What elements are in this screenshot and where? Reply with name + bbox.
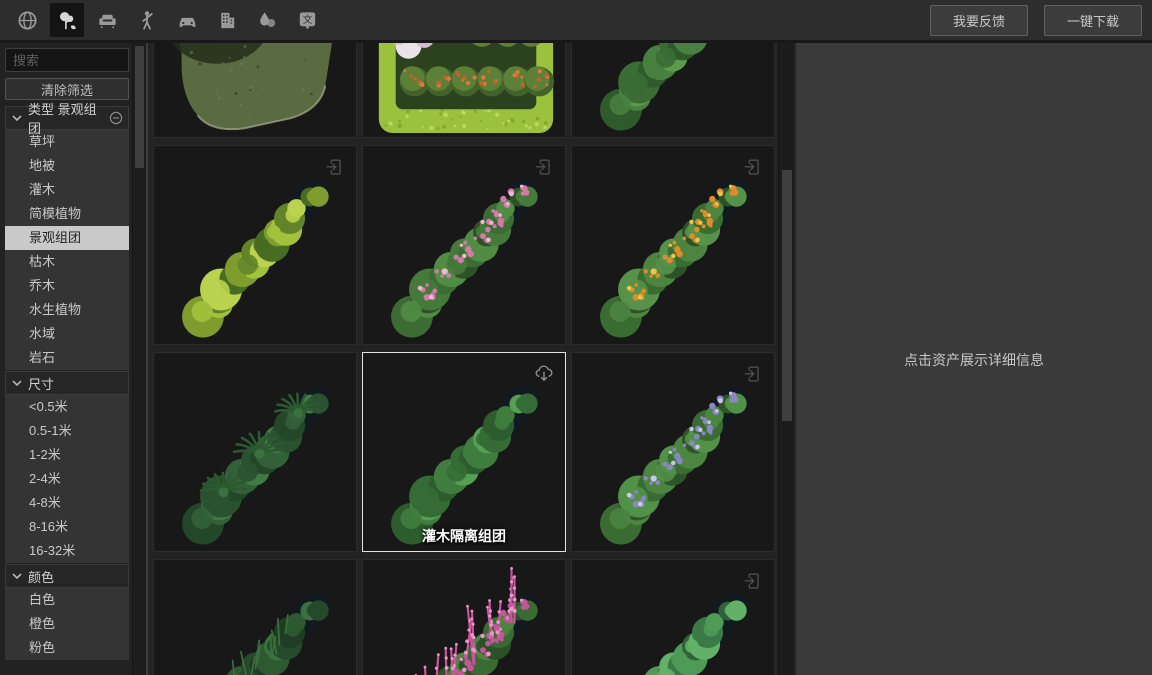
vehicles-icon	[176, 9, 199, 32]
asset-thumbnail[interactable]	[571, 559, 775, 675]
filter-section-header[interactable]: 类型 景观组团	[5, 106, 129, 130]
tab-furniture[interactable]	[90, 3, 124, 37]
filter-options-list: 草坪地被灌木简模植物景观组团枯木乔木水生植物水域岩石	[5, 130, 129, 370]
import-asset-icon[interactable]	[742, 156, 764, 178]
asset-thumbnail-selected[interactable]: 灌木隔离组团	[362, 352, 566, 552]
asset-grid: 灌木隔离组团	[148, 43, 778, 675]
asset-preview-image	[363, 43, 565, 137]
search-input[interactable]	[5, 48, 129, 72]
language-icon: 文	[296, 9, 319, 32]
feedback-button[interactable]: 我要反馈	[930, 5, 1028, 36]
filter-section-1: 尺寸 <0.5米0.5-1米1-2米2-4米4-8米8-16米16-32米	[5, 371, 129, 563]
asset-name-label: 灌木隔离组团	[363, 526, 565, 546]
filter-option[interactable]: 地被	[5, 154, 129, 178]
import-asset-icon[interactable]	[324, 156, 346, 178]
filter-sidebar: 清除筛选 类型 景观组团草坪地被灌木简模植物景观组团枯木乔木水生植物水域岩石尺寸…	[0, 43, 132, 675]
filter-sections: 类型 景观组团草坪地被灌木简模植物景观组团枯木乔木水生植物水域岩石尺寸 <0.5米…	[5, 106, 129, 661]
plants-icon	[56, 9, 79, 32]
buildings-icon	[216, 9, 239, 32]
import-asset-icon[interactable]	[742, 570, 764, 592]
asset-thumbnail[interactable]	[153, 352, 357, 552]
top-toolbar: 文 我要反馈 一键下载	[0, 0, 1152, 43]
filter-section-header[interactable]: 颜色	[5, 564, 129, 588]
asset-grid-row: 灌木隔离组团	[148, 352, 778, 552]
asset-thumbnail[interactable]	[153, 559, 357, 675]
asset-thumbnail[interactable]	[362, 145, 566, 345]
tab-people[interactable]	[130, 3, 164, 37]
filter-option[interactable]: 景观组团	[5, 226, 129, 250]
cloud-download-icon[interactable]	[533, 363, 555, 385]
asset-preview-image	[154, 43, 356, 137]
svg-text:文: 文	[302, 13, 312, 25]
asset-grid-row	[148, 43, 778, 138]
detail-panel: 点击资产展示详细信息	[794, 43, 1152, 675]
filter-option[interactable]: 水生植物	[5, 298, 129, 322]
filter-option[interactable]: <0.5米	[5, 395, 129, 419]
tab-globe[interactable]	[10, 3, 44, 37]
category-tabs: 文	[10, 3, 324, 37]
remove-filter-icon[interactable]	[109, 111, 123, 125]
filter-section-title: 颜色	[28, 567, 54, 586]
people-icon	[136, 9, 159, 32]
filter-option[interactable]: 0.5-1米	[5, 419, 129, 443]
import-asset-icon[interactable]	[742, 363, 764, 385]
asset-thumbnail[interactable]	[571, 145, 775, 345]
filter-section-2: 颜色白色橙色粉色	[5, 564, 129, 660]
detail-placeholder-text: 点击资产展示详细信息	[904, 350, 1044, 370]
asset-thumbnail[interactable]	[153, 145, 357, 345]
asset-preview-image	[363, 560, 565, 675]
sidebar-scrollbar-thumb[interactable]	[135, 46, 144, 168]
filter-section-title: 尺寸	[28, 374, 54, 393]
filter-option[interactable]: 简模植物	[5, 202, 129, 226]
filter-option[interactable]: 粉色	[5, 636, 129, 660]
furniture-icon	[96, 9, 119, 32]
asset-thumbnail[interactable]	[362, 43, 566, 138]
tab-language[interactable]: 文	[290, 3, 324, 37]
import-asset-icon[interactable]	[533, 156, 555, 178]
filter-option[interactable]: 灌木	[5, 178, 129, 202]
filter-options-list: <0.5米0.5-1米1-2米2-4米4-8米8-16米16-32米	[5, 395, 129, 563]
asset-preview-image	[154, 353, 356, 551]
filter-option[interactable]: 橙色	[5, 612, 129, 636]
clear-filters-button[interactable]: 清除筛选	[5, 78, 129, 100]
filter-options-list: 白色橙色粉色	[5, 588, 129, 660]
asset-thumbnail[interactable]	[571, 352, 775, 552]
tab-vehicles[interactable]	[170, 3, 204, 37]
filter-option[interactable]: 2-4米	[5, 467, 129, 491]
filter-option[interactable]: 水域	[5, 322, 129, 346]
tab-materials[interactable]	[250, 3, 284, 37]
filter-option[interactable]: 岩石	[5, 346, 129, 370]
asset-grid-row	[148, 559, 778, 675]
filter-option[interactable]: 4-8米	[5, 491, 129, 515]
chevron-down-icon	[11, 112, 23, 124]
asset-thumbnail[interactable]	[153, 43, 357, 138]
asset-grid-row	[148, 145, 778, 345]
filter-option[interactable]: 乔木	[5, 274, 129, 298]
sidebar-scrollbar[interactable]	[132, 43, 148, 675]
globe-icon	[16, 9, 39, 32]
filter-section-header[interactable]: 尺寸	[5, 371, 129, 395]
filter-option[interactable]: 8-16米	[5, 515, 129, 539]
materials-icon	[256, 9, 279, 32]
filter-option[interactable]: 草坪	[5, 130, 129, 154]
filter-option[interactable]: 1-2米	[5, 443, 129, 467]
grid-scrollbar-thumb[interactable]	[782, 170, 792, 421]
tab-buildings[interactable]	[210, 3, 244, 37]
grid-scrollbar[interactable]	[778, 43, 794, 675]
filter-option[interactable]: 白色	[5, 588, 129, 612]
chevron-down-icon	[11, 377, 23, 389]
asset-preview-image	[154, 560, 356, 675]
asset-thumbnail[interactable]	[362, 559, 566, 675]
asset-preview-image	[572, 43, 774, 137]
asset-thumbnail[interactable]	[571, 43, 775, 138]
content-area: 清除筛选 类型 景观组团草坪地被灌木简模植物景观组团枯木乔木水生植物水域岩石尺寸…	[0, 43, 1152, 675]
filter-option[interactable]: 16-32米	[5, 539, 129, 563]
filter-section-0: 类型 景观组团草坪地被灌木简模植物景观组团枯木乔木水生植物水域岩石	[5, 106, 129, 370]
download-all-button[interactable]: 一键下载	[1044, 5, 1142, 36]
filter-option[interactable]: 枯木	[5, 250, 129, 274]
chevron-down-icon	[11, 570, 23, 582]
tab-plants[interactable]	[50, 3, 84, 37]
